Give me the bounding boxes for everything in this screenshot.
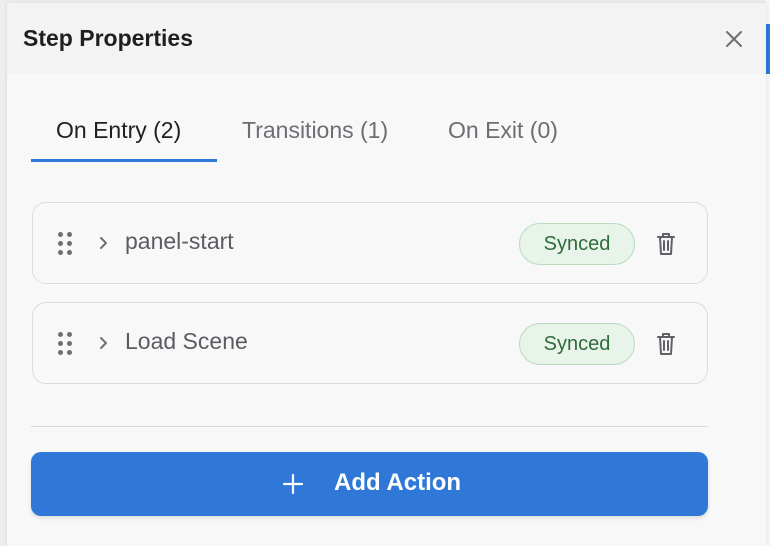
right-accent-bar <box>766 24 770 74</box>
close-icon <box>726 31 742 47</box>
step-properties-panel: Step Properties On Entry (2) Transitions… <box>7 3 766 546</box>
trash-icon[interactable] <box>653 330 679 358</box>
drag-handle-icon[interactable] <box>57 331 73 357</box>
action-label: panel-start <box>125 228 234 254</box>
chevron-right-icon[interactable] <box>97 233 111 253</box>
panel-title: Step Properties <box>23 25 193 51</box>
add-action-button[interactable]: Add Action <box>31 452 708 516</box>
drag-handle-icon[interactable] <box>57 231 73 257</box>
panel-header: Step Properties <box>7 3 766 74</box>
action-label: Load Scene <box>125 328 248 354</box>
plus-icon <box>282 473 304 495</box>
action-row[interactable]: Load Scene Synced <box>32 302 708 384</box>
close-button[interactable] <box>720 25 748 53</box>
page: Step Properties On Entry (2) Transitions… <box>0 0 770 546</box>
divider <box>31 426 708 427</box>
trash-icon[interactable] <box>653 230 679 258</box>
status-badge: Synced <box>519 323 635 365</box>
tab-bar: On Entry (2) Transitions (1) On Exit (0) <box>31 103 731 165</box>
add-action-label: Add Action <box>334 469 462 496</box>
right-edge <box>766 0 770 546</box>
action-row[interactable]: panel-start Synced <box>32 202 708 284</box>
tab-on-entry[interactable]: On Entry (2) <box>56 103 181 161</box>
status-badge: Synced <box>519 223 635 265</box>
tab-on-exit[interactable]: On Exit (0) <box>448 103 558 161</box>
chevron-right-icon[interactable] <box>97 333 111 353</box>
active-tab-indicator <box>31 159 217 162</box>
tab-transitions[interactable]: Transitions (1) <box>242 103 388 161</box>
